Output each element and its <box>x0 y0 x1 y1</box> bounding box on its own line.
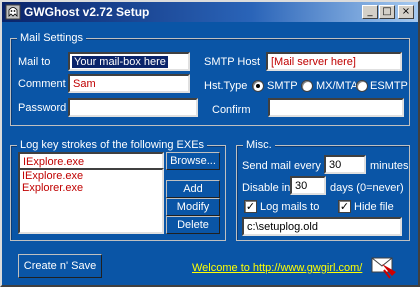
delete-button[interactable]: Delete <box>166 216 220 234</box>
log-path-field[interactable]: c:\setuplog.old <box>242 217 402 236</box>
confirm-label: Confirm <box>212 104 251 116</box>
host-type-mx-label: MX/MTA <box>316 80 358 92</box>
title-bar[interactable]: GWGhost v2.72 Setup _ □ × <box>2 2 418 22</box>
list-item[interactable]: Explorer.exe <box>20 182 162 194</box>
send-every-unit: minutes <box>370 160 409 172</box>
disable-label: Disable in <box>242 182 291 194</box>
add-button[interactable]: Add <box>166 180 220 198</box>
mail-settings-legend: Mail Settings <box>17 32 86 44</box>
welcome-link[interactable]: Welcome to http://www.gwgirl.com/ <box>192 262 362 274</box>
log-mails-checkbox[interactable]: ✓ <box>244 200 257 213</box>
mail-to-field[interactable]: Your mail-box here <box>68 52 190 71</box>
disable-days-field[interactable]: 30 <box>290 176 326 195</box>
comment-field[interactable]: Sam <box>68 74 190 93</box>
comment-label: Comment <box>18 78 66 90</box>
window-title: GWGhost v2.72 Setup <box>24 5 150 19</box>
minimize-button[interactable]: _ <box>362 5 378 19</box>
host-type-mx-radio[interactable] <box>301 80 313 92</box>
log-mails-label: Log mails to <box>260 201 320 213</box>
create-save-button[interactable]: Create n' Save <box>18 254 102 278</box>
maximize-button[interactable]: □ <box>379 5 395 19</box>
disable-unit: days (0=never) <box>330 182 404 194</box>
confirm-field[interactable] <box>268 98 404 117</box>
hide-file-label: Hide file <box>354 201 394 213</box>
send-every-label: Send mail every <box>242 160 321 172</box>
send-every-field[interactable]: 30 <box>324 155 366 174</box>
list-item[interactable]: IExplore.exe <box>20 170 162 182</box>
password-field[interactable] <box>68 98 198 117</box>
host-type-smtp-radio[interactable] <box>252 80 264 92</box>
host-type-esmtp-label: ESMTP <box>370 80 408 92</box>
mail-to-label: Mail to <box>18 56 51 68</box>
browse-button[interactable]: Browse... <box>166 152 220 170</box>
exe-list[interactable]: IExplore.exe Explorer.exe <box>18 168 164 234</box>
password-label: Password <box>18 102 67 114</box>
host-type-label: Hst.Type <box>204 80 248 92</box>
smtp-host-label: SMTP Host <box>204 56 261 68</box>
exe-group-legend: Log key strokes of the following EXEs <box>17 139 208 151</box>
misc-legend: Misc. <box>243 139 275 151</box>
mail-envelope-icon <box>371 257 396 279</box>
mail-to-value: Your mail-box here <box>72 56 168 68</box>
hide-file-checkbox[interactable]: ✓ <box>338 200 351 213</box>
modify-button[interactable]: Modify <box>166 198 220 216</box>
ghost-app-icon <box>5 4 21 20</box>
host-type-esmtp-radio[interactable] <box>356 80 368 92</box>
host-type-smtp-label: SMTP <box>267 80 298 92</box>
close-button[interactable]: × <box>398 5 414 19</box>
setup-window: GWGhost v2.72 Setup _ □ × Mail Settings … <box>0 0 420 287</box>
smtp-host-field[interactable]: [Mail server here] <box>266 52 402 71</box>
